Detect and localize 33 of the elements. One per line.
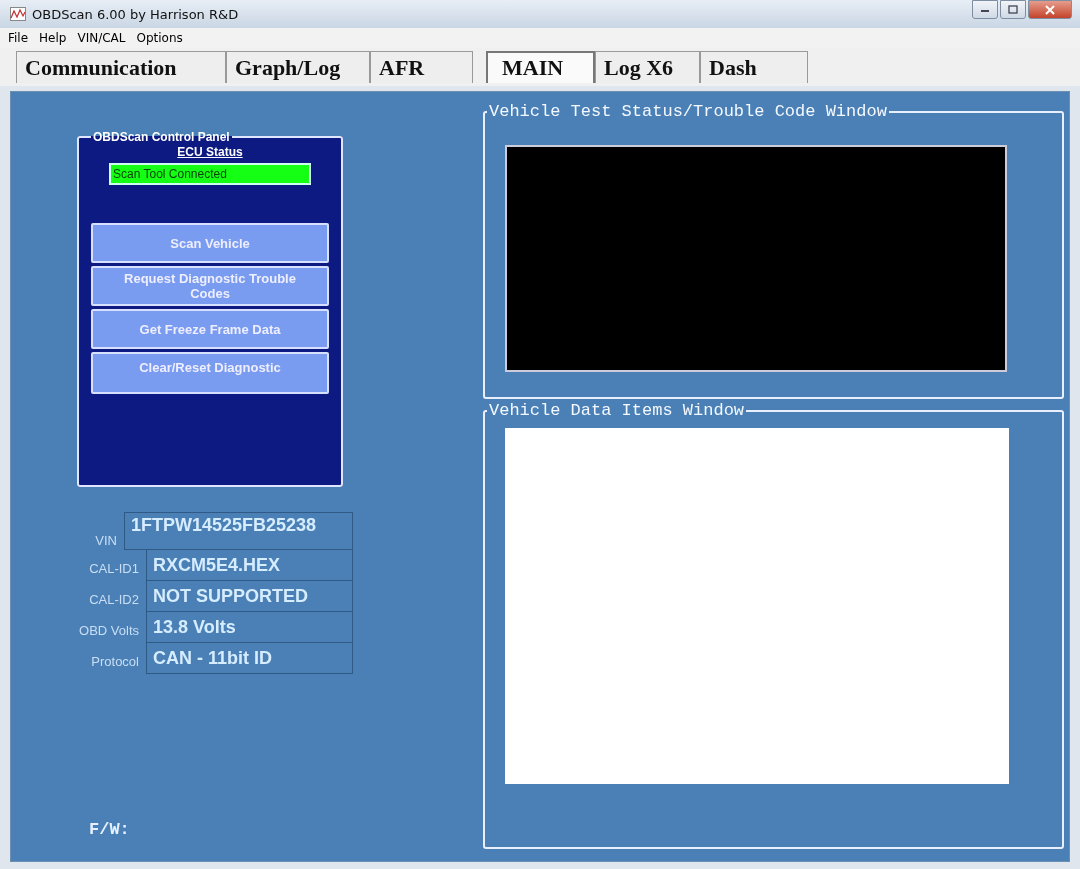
- tab[interactable]: Log X6: [595, 51, 700, 83]
- info-value: 13.8 Volts: [146, 611, 353, 643]
- status-indicator: Scan Tool Connected: [109, 163, 311, 185]
- info-value: NOT SUPPORTED: [146, 580, 353, 612]
- tab[interactable]: MAIN: [486, 51, 595, 83]
- menu-item[interactable]: File: [8, 31, 29, 45]
- window-heading: Vehicle Data Items Window: [488, 401, 746, 420]
- firmware-label: F/W:: [89, 820, 131, 839]
- menu-item[interactable]: VIN/CAL: [77, 31, 126, 45]
- maximize-icon: [1008, 5, 1018, 14]
- menu-item[interactable]: Options: [136, 31, 183, 45]
- panel-title: OBDScan Control Panel: [92, 130, 231, 144]
- tab[interactable]: Dash: [700, 51, 808, 83]
- info-label: CAL-ID2: [88, 592, 140, 609]
- close-button[interactable]: [1028, 0, 1072, 19]
- info-label: VIN: [94, 533, 118, 550]
- info-value: CAN - 11bit ID: [146, 642, 353, 674]
- info-label: CAL-ID1: [88, 561, 140, 578]
- minimize-button[interactable]: [972, 0, 998, 19]
- info-value: RXCM5E4.HEX: [146, 549, 353, 581]
- info-label: Protocol: [90, 654, 140, 671]
- info-label: OBD Volts: [78, 623, 140, 640]
- maximize-button[interactable]: [1000, 0, 1026, 19]
- ecu-status-label: ECU Status: [176, 145, 244, 159]
- tab[interactable]: Communication: [16, 51, 226, 83]
- info-value: 1FTPW14525FB25238: [124, 512, 353, 550]
- menu-item[interactable]: Help: [39, 31, 67, 45]
- window-heading: Vehicle Test Status/Trouble Code Window: [488, 102, 888, 121]
- tab[interactable]: AFR: [370, 51, 473, 83]
- close-icon: [1044, 4, 1056, 15]
- chart-icon: [10, 7, 26, 21]
- window-title: OBDScan 6.00 by Harrison R&D: [32, 6, 239, 22]
- tab[interactable]: Graph/Log: [226, 51, 370, 83]
